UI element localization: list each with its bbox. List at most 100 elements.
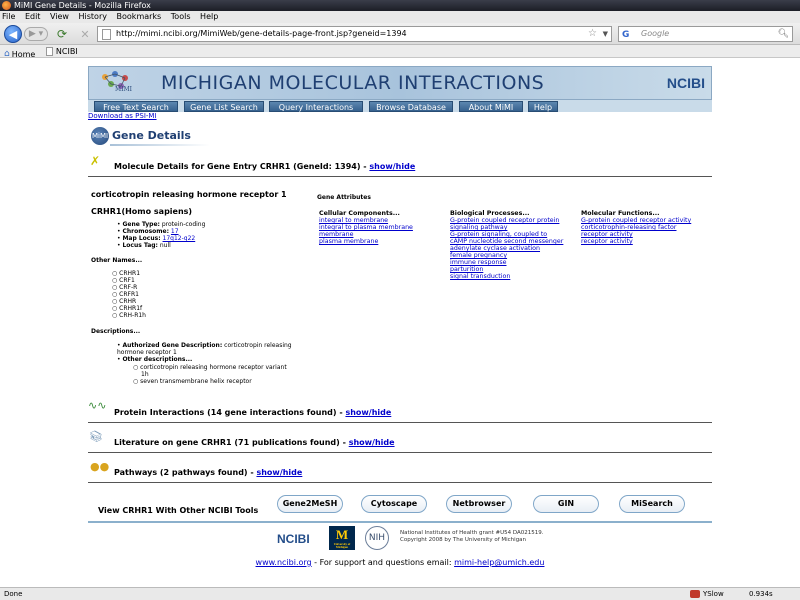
reload-button[interactable]: ⟳ (55, 27, 69, 41)
literature-show-hide-link[interactable]: show/hide (349, 438, 395, 447)
page-icon (45, 47, 53, 56)
menu-file[interactable]: File (2, 12, 15, 21)
cytoscape-button[interactable]: Cytoscape (361, 495, 427, 513)
protein-interactions-heading: Protein Interactions (14 gene interactio… (114, 408, 392, 417)
biological-process-link[interactable]: G-protein coupled receptor protein (450, 217, 563, 224)
gene-full-name: corticotropin releasing hormone receptor… (91, 190, 287, 199)
search-placeholder: Google (641, 29, 670, 38)
molecular-function-link[interactable]: receptor activity (581, 231, 691, 238)
search-icon[interactable]: 🔍︎ (778, 27, 789, 41)
umich-logo: M University of Michigan (329, 526, 355, 550)
tab-help[interactable]: Help (528, 101, 558, 112)
other-name: ○ CRF1 (112, 277, 135, 284)
molecule-show-hide-link[interactable]: show/hide (369, 162, 415, 171)
yslow-icon[interactable] (690, 590, 700, 598)
biological-processes-list: Biological Processes... G-protein couple… (450, 210, 564, 280)
biological-process-link[interactable]: adenylate cyclase activation (450, 245, 563, 252)
grant-text: National Institutes of Health grant #U54… (400, 530, 544, 543)
locus-tag-row: • Locus Tag: null (117, 242, 171, 249)
tab-free-text-search[interactable]: Free Text Search (94, 101, 178, 112)
page-icon (102, 29, 111, 40)
other-name: ○ CRH-R1h (112, 312, 146, 319)
cellular-component-link[interactable]: integral to membrane (319, 217, 413, 224)
interactions-show-hide-link[interactable]: show/hide (345, 408, 391, 417)
pathways-show-hide-link[interactable]: show/hide (256, 468, 302, 477)
other-names-heading: Other Names... (91, 257, 143, 264)
status-text: Done (4, 590, 23, 598)
biological-process-link[interactable]: cAMP nucleotide second messenger (450, 238, 563, 245)
cellular-component-link[interactable]: membrane (319, 231, 413, 238)
other-description: ○ seven transmembrane helix receptor (133, 378, 252, 385)
menu-bookmarks[interactable]: Bookmarks (117, 12, 162, 21)
molecule-details-heading: Molecule Details for Gene Entry CRHR1 (G… (114, 162, 416, 171)
tab-gene-list-search[interactable]: Gene List Search (184, 101, 264, 112)
other-name: ○ CRHR (112, 298, 137, 305)
biological-process-link[interactable]: signal transduction (450, 273, 563, 280)
molecular-functions-list: Molecular Functions... G-protein coupled… (581, 210, 692, 245)
yslow-label[interactable]: YSlow (703, 588, 724, 600)
google-icon[interactable]: G (622, 28, 629, 42)
menu-help[interactable]: Help (200, 12, 218, 21)
biological-process-link[interactable]: parturition (450, 266, 563, 273)
other-tools-label: View CRHR1 With Other NCIBI Tools (98, 506, 259, 515)
mimi-logo-icon (102, 71, 128, 89)
biological-process-link[interactable]: G-protein signaling, coupled to (450, 231, 563, 238)
chromosome-row: • Chromosome: 17 (117, 228, 179, 235)
menu-view[interactable]: View (50, 12, 69, 21)
stop-button[interactable]: ✕ (78, 27, 92, 41)
map-locus-link[interactable]: 17q12-q22 (163, 235, 196, 242)
misearch-button[interactable]: MiSearch (619, 495, 685, 513)
biological-process-link[interactable]: immune response (450, 259, 563, 266)
gin-button[interactable]: GIN (533, 495, 599, 513)
support-line: www.ncibi.org - For support and question… (255, 558, 545, 567)
mimi-logo-label: MIMI (115, 86, 133, 93)
molecular-function-link[interactable]: corticotrophin-releasing factor (581, 224, 691, 231)
chromosome-link[interactable]: 17 (171, 228, 179, 235)
netbrowser-button[interactable]: Netbrowser (446, 495, 512, 513)
divider (88, 482, 712, 483)
biological-process-link[interactable]: female pregnancy (450, 252, 563, 259)
bookmark-ncibi[interactable]: NCIBI (45, 45, 78, 58)
biological-process-link[interactable]: signaling pathway (450, 224, 563, 231)
back-arrow-icon: ◀ (8, 27, 18, 41)
authorized-description-cont: hormone receptor 1 (117, 349, 177, 356)
bookmark-star-icon[interactable]: ☆ (588, 27, 597, 41)
back-button[interactable]: ◀ (4, 25, 22, 43)
gene-attributes-heading: Gene Attributes (317, 194, 371, 201)
reload-icon: ⟳ (56, 27, 68, 41)
tab-browse-database[interactable]: Browse Database (369, 101, 453, 112)
url-bar[interactable]: http://mimi.ncibi.org/MimiWeb/gene-detai… (97, 26, 612, 42)
menu-tools[interactable]: Tools (171, 12, 191, 21)
cellular-component-link[interactable]: integral to plasma membrane (319, 224, 413, 231)
gene-details-icon: MiMI (91, 127, 109, 145)
other-name: ○ CRHR1 (112, 270, 141, 277)
tab-query-interactions[interactable]: Query Interactions (269, 101, 363, 112)
stop-icon: ✕ (80, 27, 90, 41)
download-psi-mi-link[interactable]: Download as PSI-MI (88, 112, 157, 120)
forward-button[interactable]: ▶ ▾ (24, 27, 48, 41)
ncibi-logo: NCIBI (666, 75, 705, 91)
tab-about-mimi[interactable]: About MiMI (459, 101, 523, 112)
divider (88, 176, 712, 177)
menu-bar: File Edit View History Bookmarks Tools H… (0, 11, 800, 23)
title-underline (110, 144, 210, 146)
ncibi-site-link[interactable]: www.ncibi.org (256, 558, 312, 567)
molecular-function-link[interactable]: receptor activity (581, 238, 691, 245)
support-email-link[interactable]: mimi-help@umich.edu (454, 558, 544, 567)
url-dropdown-icon[interactable]: ▼ (603, 27, 608, 41)
site-banner: MIMI MICHIGAN MOLECULAR INTERACTIONS NCI… (88, 66, 712, 100)
firefox-icon (2, 1, 11, 10)
menu-history[interactable]: History (79, 12, 107, 21)
page-title: Gene Details (112, 129, 191, 142)
other-description: ○ corticotropin releasing hormone recept… (133, 364, 287, 371)
other-name: ○ CRHR1f (112, 305, 143, 312)
gene2mesh-button[interactable]: Gene2MeSH (277, 495, 343, 513)
search-input[interactable]: G Google 🔍︎ (618, 26, 793, 42)
other-descriptions-heading: • Other descriptions... (117, 356, 193, 363)
pathways-icon: ●● (90, 460, 110, 473)
page-content: MIMI MICHIGAN MOLECULAR INTERACTIONS NCI… (0, 58, 800, 587)
url-text: http://mimi.ncibi.org/MimiWeb/gene-detai… (116, 29, 407, 38)
menu-edit[interactable]: Edit (25, 12, 41, 21)
molecular-function-link[interactable]: G-protein coupled receptor activity (581, 217, 691, 224)
cellular-component-link[interactable]: plasma membrane (319, 238, 413, 245)
